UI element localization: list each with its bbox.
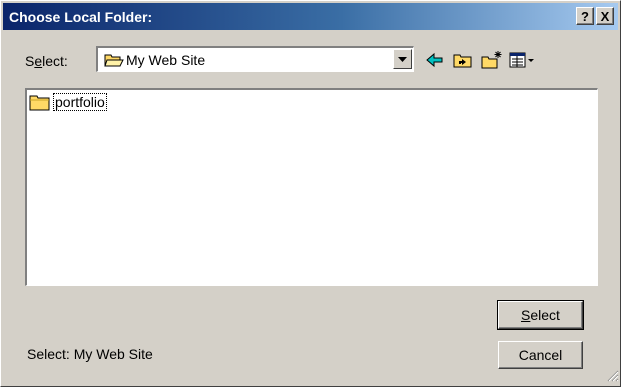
- back-arrow-icon: [426, 52, 443, 68]
- view-details-icon: [509, 52, 534, 68]
- resize-grip-icon[interactable]: [605, 368, 619, 385]
- select-label-accel: e: [34, 53, 43, 69]
- up-folder-icon: [453, 54, 472, 68]
- open-folder-icon: [104, 52, 124, 71]
- folder-icon: [29, 94, 51, 115]
- folder-name: portfolio: [53, 93, 107, 111]
- close-button[interactable]: X: [596, 7, 614, 25]
- back-button[interactable]: [424, 50, 446, 70]
- select-label: Select:: [25, 53, 68, 69]
- dropdown-arrow-button[interactable]: [393, 49, 412, 69]
- new-folder-icon: [481, 51, 502, 69]
- select-label-part: S: [25, 53, 35, 69]
- folder-list[interactable]: portfolio: [25, 88, 598, 286]
- choose-local-folder-dialog: Choose Local Folder: ? X Select: My Web …: [0, 0, 621, 387]
- title-bar[interactable]: Choose Local Folder: ? X: [3, 3, 618, 30]
- cancel-button[interactable]: Cancel: [498, 341, 583, 369]
- view-menu-button[interactable]: [508, 50, 538, 70]
- select-label-part: lect:: [42, 53, 68, 69]
- status-text: Select: My Web Site: [27, 346, 153, 362]
- folder-dropdown[interactable]: My Web Site: [96, 46, 414, 72]
- new-folder-button[interactable]: [481, 50, 503, 70]
- dialog-title: Choose Local Folder:: [9, 9, 153, 25]
- chevron-down-icon: [398, 57, 407, 62]
- select-button[interactable]: Select: [497, 300, 584, 330]
- select-button-label: elect: [530, 307, 560, 323]
- help-button[interactable]: ?: [576, 7, 594, 25]
- select-button-accel: S: [521, 307, 531, 323]
- up-one-level-button[interactable]: [452, 50, 474, 70]
- current-folder: My Web Site: [126, 52, 206, 68]
